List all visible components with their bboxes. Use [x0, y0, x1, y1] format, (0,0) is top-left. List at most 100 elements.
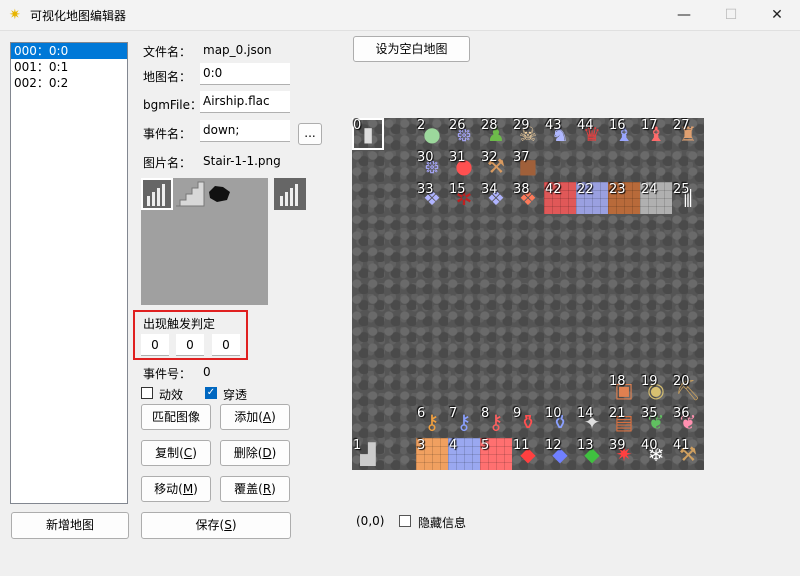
map-cell[interactable]: ◆ 11: [512, 438, 544, 470]
map-cell[interactable]: ⚒ 32: [480, 150, 512, 182]
map-list-item[interactable]: 001：0:1: [11, 59, 127, 75]
map-cell-number: 33: [417, 182, 434, 197]
maximize-button[interactable]: ☐: [708, 0, 754, 30]
map-cell[interactable]: ❖ 34: [480, 182, 512, 214]
map-cell[interactable]: ● 2: [416, 118, 448, 150]
map-list-item[interactable]: 000：0:0: [11, 43, 127, 59]
image-label: 图片名：: [143, 156, 192, 170]
map-cell-number: 38: [513, 182, 530, 197]
trigger-input-3[interactable]: 0: [212, 334, 240, 356]
cover-key: R: [262, 482, 272, 496]
add-button[interactable]: 添加(A): [220, 404, 290, 430]
map-cell[interactable]: ♞ 43: [544, 118, 576, 150]
map-cell[interactable]: ✦ 14: [576, 406, 608, 438]
cover-button[interactable]: 覆盖(R): [220, 476, 290, 502]
map-cell[interactable]: 3: [416, 438, 448, 470]
move-key: M: [182, 482, 194, 496]
set-blank-map-button[interactable]: 设为空白地图: [353, 36, 470, 62]
wall-bars-icon: [274, 178, 306, 210]
map-cell[interactable]: ✷ 39: [608, 438, 640, 470]
save-button[interactable]: 保存(S): [141, 512, 291, 539]
copy-button[interactable]: 复制(C): [141, 440, 211, 466]
map-cell-number: 37: [513, 150, 530, 165]
map-cell[interactable]: ⛏ 20: [672, 374, 704, 406]
map-cell[interactable]: ◉ 19: [640, 374, 672, 406]
map-cell-number: 17: [641, 118, 658, 133]
map-cell[interactable]: ⫼ 25: [672, 182, 704, 214]
save-label: 保存(: [195, 518, 225, 532]
map-cell[interactable]: ♝ 17: [640, 118, 672, 150]
map-cell[interactable]: ✲ 15: [448, 182, 480, 214]
mapname-input[interactable]: 0:0: [200, 63, 290, 85]
minimize-button[interactable]: —: [661, 0, 707, 30]
map-cell[interactable]: 24: [640, 182, 672, 214]
map-cell[interactable]: ♛ 44: [576, 118, 608, 150]
map-cell[interactable]: 22: [576, 182, 608, 214]
map-cell[interactable]: ♟ 28: [480, 118, 512, 150]
map-cell[interactable]: ❦ 35: [640, 406, 672, 438]
cover-label: 覆盖(: [234, 482, 263, 496]
map-list[interactable]: 000：0:0 001：0:1 002：0:2: [10, 42, 128, 504]
map-cell[interactable]: ⚱ 10: [544, 406, 576, 438]
map-cell[interactable]: ▟ 1: [352, 438, 384, 470]
map-cell[interactable]: 23: [608, 182, 640, 214]
save-paren: ): [231, 518, 237, 532]
map-cell[interactable]: ❖ 38: [512, 182, 544, 214]
map-cell[interactable]: ❖ 33: [416, 182, 448, 214]
delete-button[interactable]: 删除(D): [220, 440, 290, 466]
hide-info-checkbox[interactable]: [399, 515, 411, 527]
map-cell[interactable]: ❄ 40: [640, 438, 672, 470]
map-cell-number: 8: [481, 406, 490, 421]
animate-checkbox[interactable]: [141, 387, 153, 399]
cover-paren: ): [271, 482, 276, 496]
event-label: 事件名：: [143, 127, 192, 141]
event-browse-button[interactable]: ...: [298, 123, 322, 145]
move-button[interactable]: 移动(M): [141, 476, 211, 502]
map-cell[interactable]: ▮ 0: [352, 118, 384, 150]
map-cell[interactable]: ᪥ 26: [448, 118, 480, 150]
map-cell-number: 24: [641, 182, 658, 197]
map-cell[interactable]: ♜ 27: [672, 118, 704, 150]
add-key: A: [262, 410, 272, 424]
match-image-button[interactable]: 匹配图像: [141, 404, 211, 430]
map-cell[interactable]: ◆ 13: [576, 438, 608, 470]
map-cell[interactable]: ■ 37: [512, 150, 544, 182]
map-cell-number: 3: [417, 438, 426, 453]
passthrough-checkbox[interactable]: ✓: [205, 387, 217, 399]
map-cell[interactable]: ᪥ 30: [416, 150, 448, 182]
map-cell[interactable]: ▤ 21: [608, 406, 640, 438]
copy-label: 复制(: [155, 446, 184, 460]
tile-preview: [141, 178, 268, 305]
map-cell[interactable]: ♝ 16: [608, 118, 640, 150]
map-cell[interactable]: 4: [448, 438, 480, 470]
bgm-input[interactable]: Airship.flac: [200, 91, 290, 113]
map-cell[interactable]: 42: [544, 182, 576, 214]
map-cell[interactable]: ⚒ 41: [672, 438, 704, 470]
trigger-input-2[interactable]: 0: [176, 334, 204, 356]
map-cell-number: 39: [609, 438, 626, 453]
map-cell-number: 22: [577, 182, 594, 197]
save-key: S: [224, 518, 232, 532]
map-cell-number: 34: [481, 182, 498, 197]
map-cell[interactable]: 5: [480, 438, 512, 470]
event-input[interactable]: down;: [200, 120, 290, 142]
map-canvas[interactable]: ▮ 0 ● 2 ᪥ 26 ♟ 28 ☠ 29 ♞ 43 ♛ 44 ♝ 16 ♝ 17 ♜ 27 ᪥ 30 ● 31 ⚒ 32 ■ 37…: [352, 118, 704, 470]
map-cell[interactable]: ⚷ 8: [480, 406, 512, 438]
delete-paren: ): [271, 446, 277, 460]
map-cell-number: 16: [609, 118, 626, 133]
map-cell-number: 35: [641, 406, 658, 421]
map-cell[interactable]: ● 31: [448, 150, 480, 182]
map-cell[interactable]: ❦ 36: [672, 406, 704, 438]
map-cell[interactable]: ⚷ 6: [416, 406, 448, 438]
map-cell[interactable]: ⚱ 9: [512, 406, 544, 438]
stair-icon: [176, 181, 205, 207]
close-button[interactable]: ✕: [754, 0, 800, 30]
map-cell[interactable]: ☠ 29: [512, 118, 544, 150]
map-list-item[interactable]: 002：0:2: [11, 75, 127, 91]
add-paren: ): [271, 410, 276, 424]
trigger-input-1[interactable]: 0: [141, 334, 169, 356]
map-cell[interactable]: ▣ 18: [608, 374, 640, 406]
map-cell[interactable]: ◆ 12: [544, 438, 576, 470]
map-cell[interactable]: ⚷ 7: [448, 406, 480, 438]
new-map-button[interactable]: 新增地图: [11, 512, 129, 539]
